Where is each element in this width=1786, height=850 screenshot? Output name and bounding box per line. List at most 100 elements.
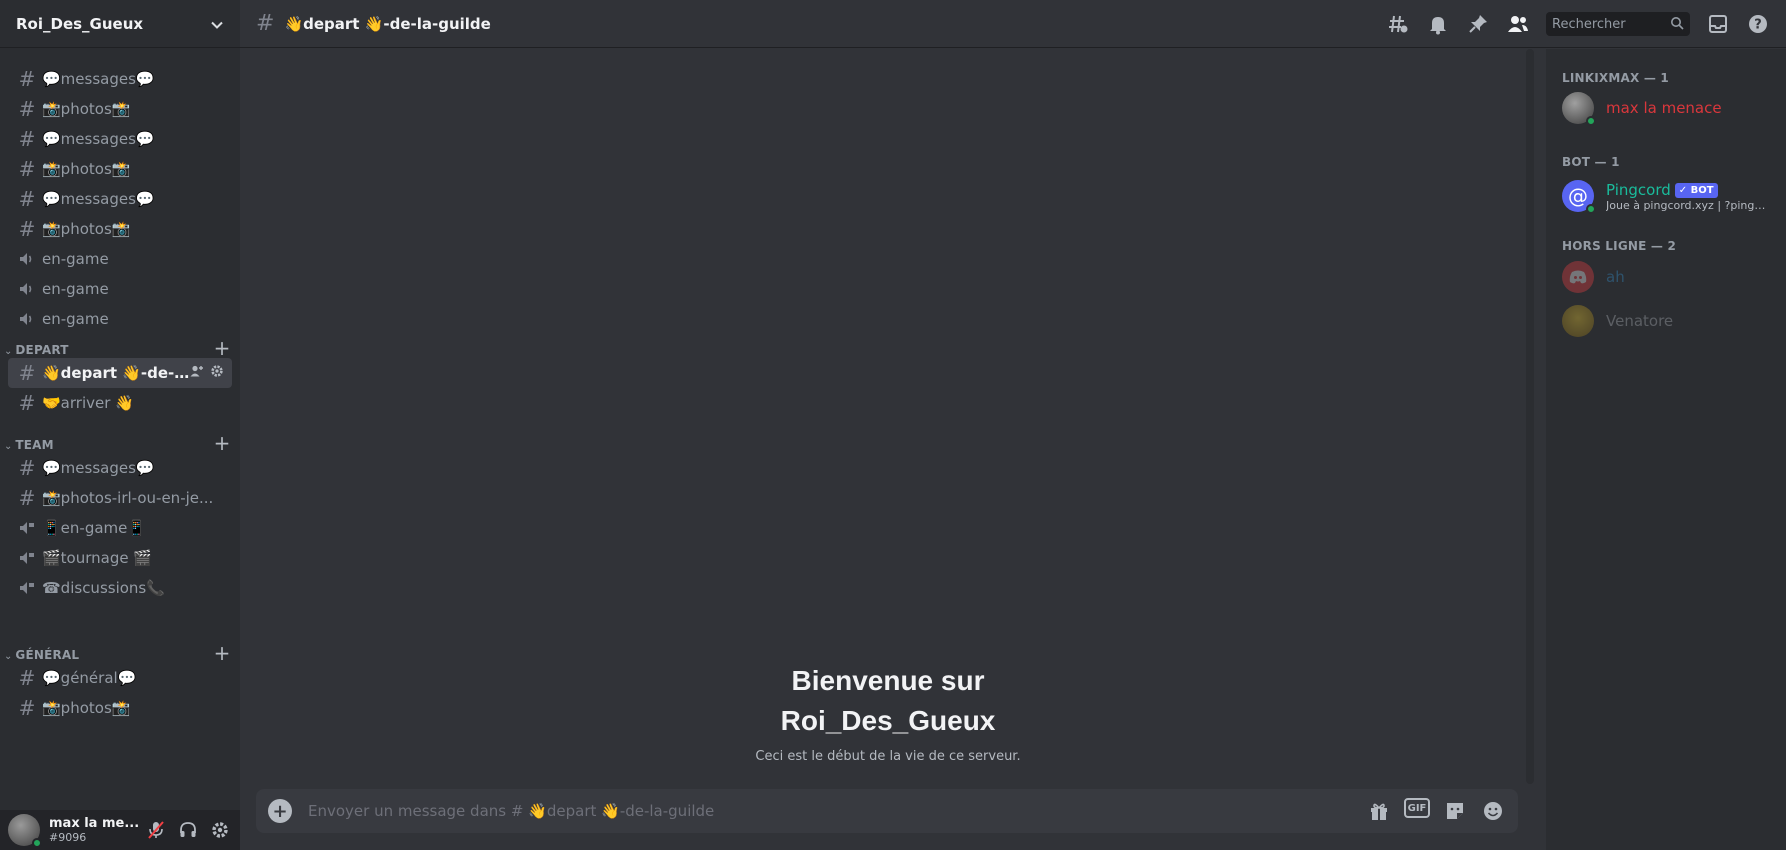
search-input[interactable] [1552, 16, 1662, 32]
avatar [1562, 305, 1594, 337]
server-name: Roi_Des_Gueux [16, 14, 144, 33]
hashtag-icon: # [18, 217, 36, 241]
username: max la me... [49, 816, 140, 831]
speaker-lock-icon [16, 549, 38, 567]
welcome-title-line2: Roi_Des_Gueux [780, 705, 996, 736]
hashtag-icon: # [18, 157, 36, 181]
channel-label: 📸photos📸 [42, 699, 131, 717]
channel-item[interactable]: # 💬messages💬 [8, 124, 232, 154]
category-depart[interactable]: ⌄ DEPART + [0, 336, 240, 360]
welcome-subtitle: Ceci est le début de la vie de ce serveu… [755, 749, 1021, 764]
channel-label: 🎬tournage 🎬 [42, 549, 153, 567]
sticker-icon[interactable] [1442, 798, 1468, 824]
channel-label: 📸photos-irl-ou-en-je... [42, 489, 214, 507]
channel-label: en-game [42, 310, 109, 328]
hashtag-icon: # [18, 97, 36, 121]
invite-icon[interactable] [190, 364, 204, 382]
locked-channel-item[interactable]: # 📸photos-irl-ou-en-je... [8, 483, 232, 513]
chevron-down-icon[interactable] [210, 17, 224, 31]
gif-button[interactable]: GIF [1404, 798, 1430, 818]
channel-title: 👋depart 👋-de-la-guilde [284, 14, 491, 33]
hashtag-icon: # [18, 67, 36, 91]
member-item[interactable]: Venatore [1562, 300, 1778, 342]
emoji-icon[interactable] [1480, 798, 1506, 824]
channel-item[interactable]: # 💬messages💬 [8, 184, 232, 214]
channel-label: 💬messages💬 [42, 190, 155, 208]
speaker-lock-icon [16, 519, 38, 537]
member-group-title: LINKIXMAX — 1 [1562, 71, 1669, 85]
avatar[interactable] [8, 814, 42, 848]
channel-label: 🤝arriver 👋 [42, 394, 134, 412]
channel-label: 📸photos📸 [42, 100, 131, 118]
member-group-title: BOT — 1 [1562, 155, 1620, 169]
hashtag-icon: # [18, 361, 36, 385]
pin-icon[interactable] [1466, 12, 1490, 36]
headphones-icon[interactable] [176, 818, 200, 842]
add-channel-icon[interactable]: + [210, 431, 234, 455]
add-channel-icon[interactable]: + [210, 641, 234, 665]
member-item[interactable]: ah [1562, 256, 1778, 298]
locked-voice-channel-item[interactable]: 🎬tournage 🎬 [8, 543, 232, 573]
gear-icon[interactable] [210, 364, 224, 382]
bot-badge: ✓ BOT [1674, 183, 1718, 198]
channel-list: # 💬messages💬 # 📸photos📸 # 💬messages💬 # 📸phot… [0, 48, 240, 810]
gift-icon[interactable] [1366, 798, 1392, 824]
svg-text:?: ? [1754, 18, 1762, 33]
server-header[interactable]: Roi_Des_Gueux [0, 0, 240, 48]
member-name: max la menace [1606, 99, 1722, 117]
at-sign-avatar-icon: @ [1562, 180, 1596, 214]
channel-header: # 👋depart 👋-de-la-guilde ? [240, 0, 1786, 48]
hashtag-icon: # [18, 391, 36, 415]
search-bar[interactable] [1546, 12, 1690, 36]
bell-icon[interactable] [1426, 12, 1450, 36]
chevron-down-icon: ⌄ [4, 440, 13, 452]
chevron-down-icon: ⌄ [4, 345, 13, 357]
member-list: LINKIXMAX — 1 max la menace BOT — 1 @ Pi… [1546, 49, 1786, 850]
channel-label: 📱en-game📱 [42, 519, 147, 537]
hashtag-icon: # [18, 127, 36, 151]
voice-channel-item[interactable]: en-game [8, 274, 232, 304]
mute-microphone-icon[interactable] [144, 818, 168, 842]
channel-item[interactable]: # 📸photos📸 [8, 154, 232, 184]
message-input[interactable] [308, 802, 1366, 820]
help-icon[interactable]: ? [1746, 12, 1770, 36]
category-team[interactable]: ⌄ TEAM + [0, 431, 240, 455]
category-general[interactable]: ⌄ GÉNÉRAL + [0, 641, 240, 665]
voice-channel-item[interactable]: en-game [8, 304, 232, 334]
member-name: Venatore [1606, 312, 1674, 330]
chevron-down-icon: ⌄ [4, 650, 13, 662]
online-status-icon [1586, 204, 1596, 214]
channel-label: ☎discussions📞 [42, 579, 165, 597]
add-channel-icon[interactable]: + [210, 336, 234, 360]
channel-item[interactable]: # 🤝arriver 👋 [8, 388, 232, 418]
inbox-icon[interactable] [1706, 12, 1730, 36]
welcome-title-line1: Bienvenue sur [791, 665, 985, 696]
speaker-icon [16, 310, 38, 328]
channel-label: 📸photos📸 [42, 160, 131, 178]
channel-label: en-game [42, 250, 109, 268]
member-list-icon[interactable] [1506, 12, 1530, 36]
member-item[interactable]: @ Pingcord ✓ BOT Joue à pingcord.xyz | ?p… [1562, 172, 1778, 220]
locked-channel-item[interactable]: # 💬messages💬 [8, 453, 232, 483]
threads-icon[interactable] [1386, 12, 1410, 36]
locked-voice-channel-item[interactable]: ☎discussions📞 [8, 573, 232, 603]
channel-item[interactable]: # 📸photos📸 [8, 214, 232, 244]
category-label: DEPART [15, 342, 69, 357]
hashtag-lock-icon: # [18, 486, 36, 510]
gear-icon[interactable] [208, 818, 232, 842]
channel-item[interactable]: # 📸photos📸 [8, 693, 232, 723]
channel-label: 💬messages💬 [42, 459, 155, 477]
member-item[interactable]: max la menace [1562, 87, 1778, 129]
channel-item-active[interactable]: # 👋depart 👋-de-l... [8, 358, 232, 388]
channel-item[interactable]: # 📸photos📸 [8, 94, 232, 124]
hashtag-icon: # [256, 11, 275, 36]
locked-voice-channel-item[interactable]: 📱en-game📱 [8, 513, 232, 543]
channel-item[interactable]: # 💬général💬 [8, 663, 232, 693]
speaker-icon [16, 250, 38, 268]
voice-channel-item[interactable]: en-game [8, 244, 232, 274]
avatar [1562, 92, 1596, 126]
hashtag-icon: # [18, 666, 36, 690]
attach-plus-icon[interactable]: + [268, 799, 292, 823]
online-status-icon [1586, 116, 1596, 126]
channel-item[interactable]: # 💬messages💬 [8, 64, 232, 94]
